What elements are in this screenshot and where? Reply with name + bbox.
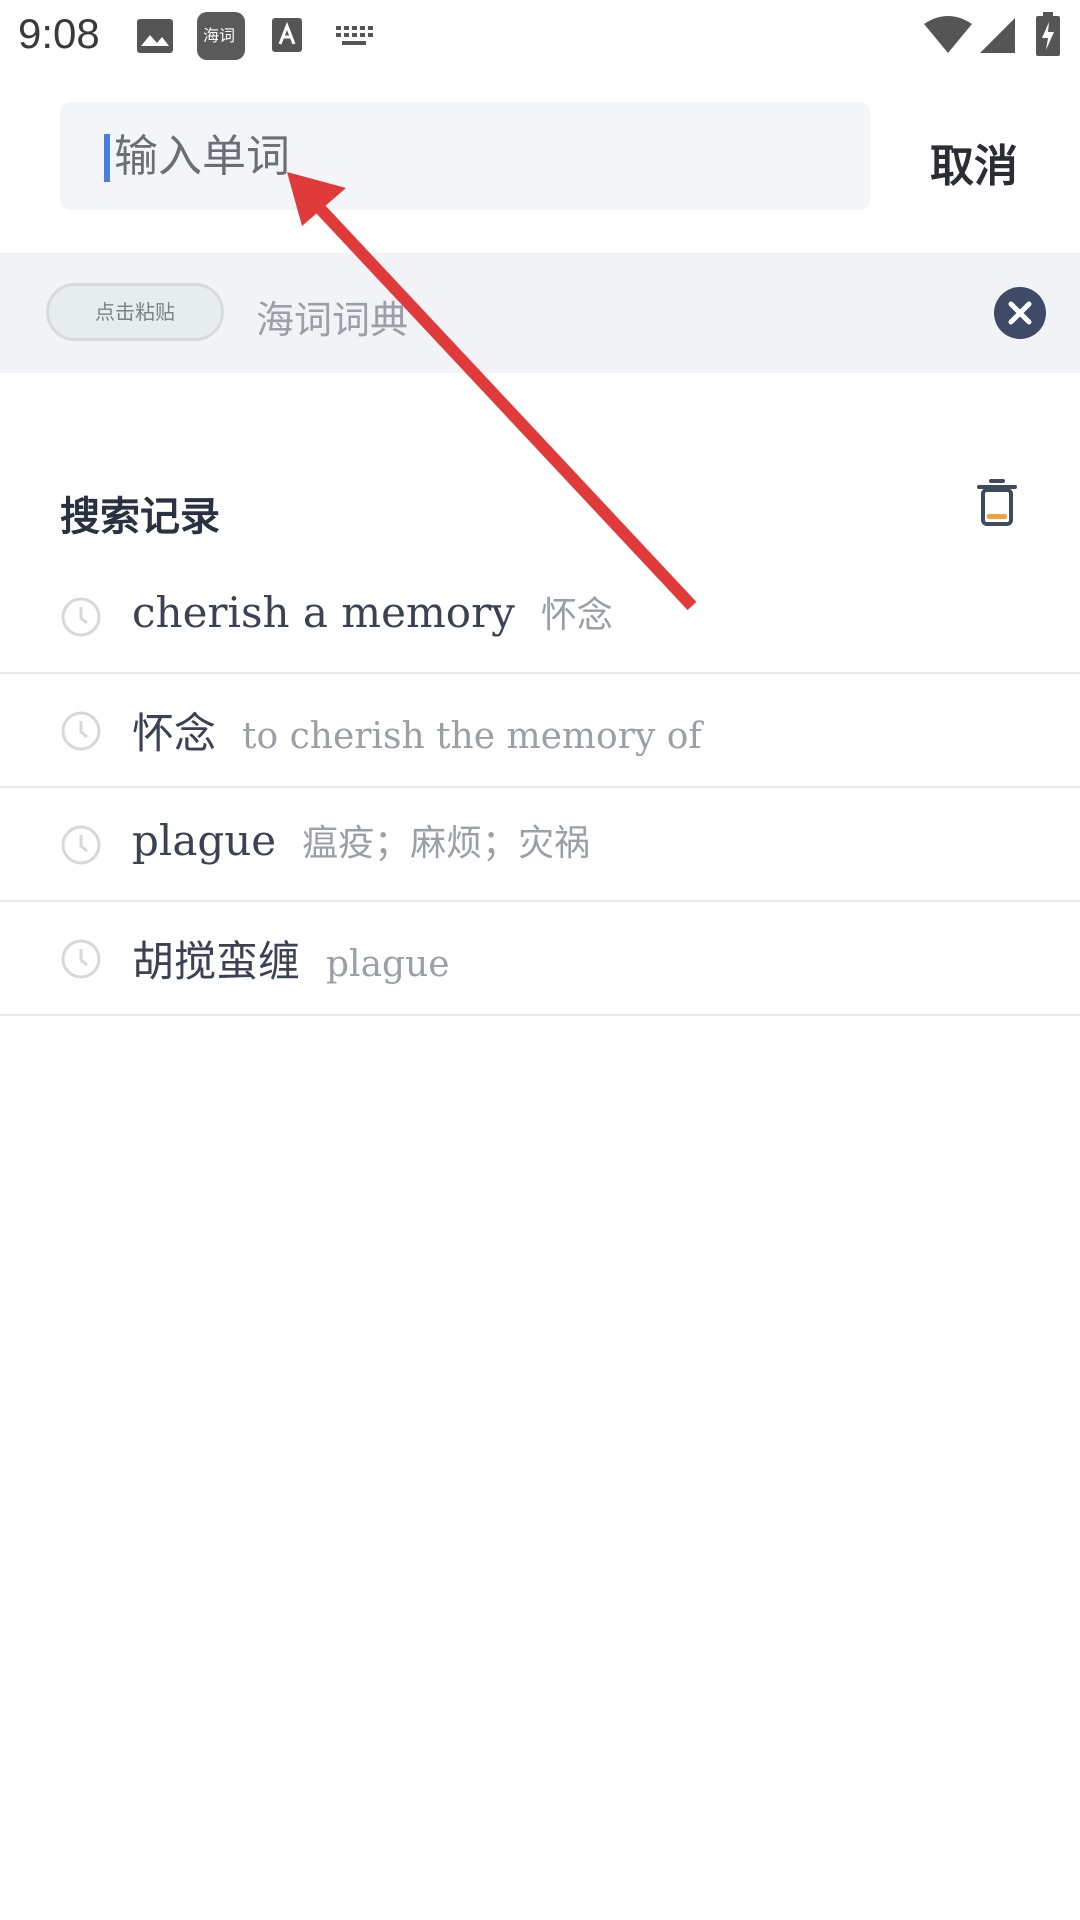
clock-icon: [60, 596, 102, 642]
history-word-text: plague: [132, 816, 277, 865]
paste-button[interactable]: 点击粘贴: [46, 283, 224, 341]
history-word-text: 胡搅蛮缠: [132, 937, 301, 986]
history-item[interactable]: 胡搅蛮缠 plague: [0, 902, 1080, 1016]
status-bar: 9:08 海词: [0, 0, 1080, 72]
history-word: plague 瘟疫；麻烦；灾祸: [132, 814, 590, 866]
history-meaning: plague: [326, 944, 450, 985]
history-item[interactable]: 怀念 to cherish the memory of: [0, 674, 1080, 788]
font-a-icon: [272, 18, 302, 56]
trash-icon: [977, 479, 1017, 526]
wifi-icon: [924, 16, 972, 58]
history-word: 胡搅蛮缠 plague: [132, 928, 450, 989]
history-item[interactable]: plague 瘟疫；麻烦；灾祸: [0, 788, 1080, 902]
haici-app-icon-text: 海词: [203, 26, 236, 45]
history-word-text: 怀念: [132, 709, 217, 758]
history-word-text: cherish a memory: [132, 588, 515, 637]
clear-history-button[interactable]: [975, 478, 1019, 532]
close-clipboard-button[interactable]: [994, 287, 1046, 339]
history-item[interactable]: cherish a memory 怀念: [0, 560, 1080, 674]
history-word: 怀念 to cherish the memory of: [132, 700, 702, 761]
clock-icon: [60, 710, 102, 756]
cancel-button[interactable]: 取消: [930, 130, 1018, 194]
history-meaning: to cherish the memory of: [242, 716, 702, 757]
signal-icon: [980, 16, 1016, 58]
keyboard-icon: [334, 24, 374, 52]
battery-charging-icon: [1036, 12, 1060, 60]
status-time: 9:08: [18, 10, 100, 57]
search-box[interactable]: [60, 102, 870, 210]
history-word: cherish a memory 怀念: [132, 586, 613, 638]
search-input[interactable]: [108, 102, 848, 210]
clock-icon: [60, 824, 102, 870]
search-history-title: 搜索记录: [60, 494, 220, 540]
clipboard-bar: 点击粘贴 海词词典: [0, 253, 1080, 373]
history-meaning: 瘟疫；麻烦；灾祸: [302, 823, 591, 864]
image-icon: [136, 18, 174, 58]
clock-icon: [60, 938, 102, 984]
history-meaning: 怀念: [540, 595, 613, 636]
search-header: 取消: [0, 100, 1080, 212]
close-icon: [1008, 301, 1032, 325]
haici-app-icon: 海词: [197, 12, 245, 64]
clipboard-text[interactable]: 海词词典: [256, 289, 408, 344]
